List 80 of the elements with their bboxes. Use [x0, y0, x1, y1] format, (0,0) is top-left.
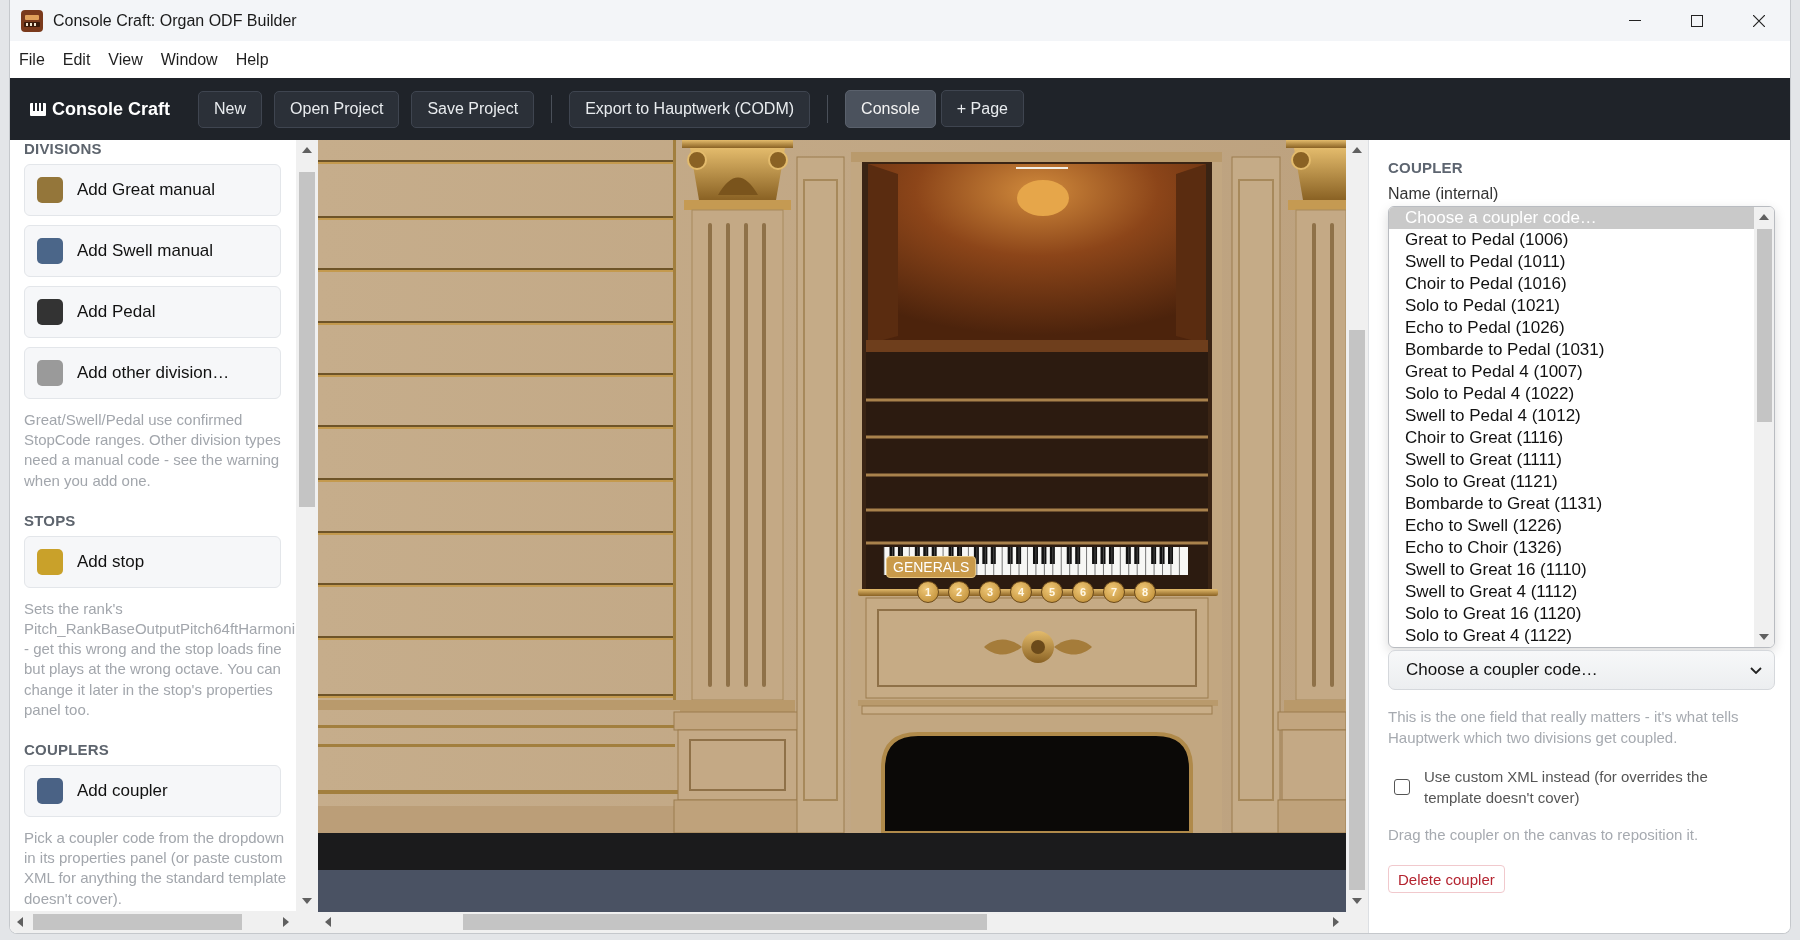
toolbar-button[interactable]: New [198, 90, 263, 128]
section-heading: DIVISIONS [24, 140, 103, 158]
up-triangle-icon[interactable] [1759, 214, 1769, 220]
toolbar-button[interactable]: Open Project [274, 90, 400, 128]
toolbar-button[interactable]: + Page [940, 90, 1024, 127]
dropdown-list[interactable] [1388, 206, 1775, 648]
vertical-scrollbar[interactable] [296, 140, 318, 911]
dropdown-option[interactable]: Bombarde to Pedal (1031) [1389, 339, 1754, 361]
dropdown-option[interactable]: Great to Pedal 4 (1007) [1389, 361, 1754, 383]
dropdown-option[interactable]: Swell to Great 16 (1110) [1389, 559, 1754, 581]
dropdown-option[interactable]: Solo to Pedal 4 (1022) [1389, 383, 1754, 405]
section-heading: COUPLERS [24, 741, 110, 760]
chevron-down-icon [1750, 666, 1762, 674]
panel-heading: COUPLER [1388, 158, 1464, 178]
palette-button[interactable]: Add coupler [24, 765, 281, 818]
down-triangle-icon[interactable] [302, 898, 312, 904]
scrollbar-thumb[interactable] [299, 172, 315, 507]
window-title: Console Craft: Organ ODF Builder [53, 11, 297, 30]
delete-button[interactable]: Delete coupler [1388, 865, 1505, 893]
scrollbar-thumb[interactable] [463, 914, 987, 930]
palette-button[interactable]: Add other division… [24, 347, 281, 399]
toolbar-button[interactable]: Console [845, 90, 936, 128]
help-text: This is the one field that really matters - it's what tells Hauptwerk which two divisions get coupled. [1388, 707, 1740, 748]
toolbar-button[interactable]: Export to Hauptwerk (CODM) [569, 90, 811, 128]
up-triangle-icon[interactable] [1352, 147, 1362, 153]
palette-button[interactable]: Add Swell manual [24, 225, 281, 277]
menu-item[interactable]: View [100, 44, 151, 75]
help-text: Great/Swell/Pedal use confirmed StopCode ranges. Other division types need a manual code - see the warning when you add one. [24, 410, 282, 491]
menu-item[interactable]: Edit [54, 44, 99, 75]
menu-item[interactable]: Window [152, 44, 226, 75]
help-text: Pick a coupler code from the dropdown in its properties panel (or paste custom XML for anything the standard template doesn't cover). [24, 828, 288, 909]
scrollbar-thumb[interactable] [33, 914, 242, 930]
app-icon [21, 9, 43, 32]
down-triangle-icon[interactable] [1352, 898, 1362, 904]
app-brand: Console Craft [52, 98, 170, 120]
section-heading: STOPS [24, 511, 77, 530]
dropdown-option[interactable]: Swell to Pedal (1011) [1389, 251, 1754, 273]
close-icon [1753, 14, 1765, 27]
help-text: Sets the rank's Pitch_RankBaseOutputPitch64ftHarmoni - get this wrong and the stop loads fine but plays at the wrong octave. You can change it later in the stop's properties panel too. [24, 598, 296, 720]
down-triangle-icon[interactable] [1759, 634, 1769, 640]
dropdown-option[interactable]: Solo to Great (1121) [1389, 471, 1754, 493]
horizontal-scrollbar[interactable] [10, 911, 318, 933]
up-triangle-icon[interactable] [302, 147, 312, 153]
minimize-icon [1629, 20, 1641, 21]
palette-button[interactable]: Add Pedal [24, 286, 281, 338]
scrollbar-thumb[interactable] [1349, 330, 1365, 890]
right-triangle-icon[interactable] [283, 917, 289, 927]
dropdown-option[interactable]: Swell to Great (1111) [1389, 449, 1754, 471]
vertical-scrollbar[interactable] [1346, 140, 1368, 911]
palette-button[interactable]: Add stop [24, 535, 281, 588]
checkbox[interactable] [1394, 779, 1410, 795]
right-triangle-icon[interactable] [1333, 917, 1339, 927]
field-label: Name (internal) [1388, 184, 1500, 204]
help-text: Drag the coupler on the canvas to reposition it. [1388, 825, 1700, 845]
dropdown-option[interactable]: Solo to Pedal (1021) [1389, 295, 1754, 317]
left-triangle-icon[interactable] [325, 917, 331, 927]
scrollbar-thumb[interactable] [1756, 229, 1772, 422]
piano-keys-icon [30, 102, 46, 116]
dropdown-option[interactable]: Solo to Great 16 (1120) [1389, 603, 1754, 625]
maximize-icon [1691, 14, 1703, 27]
dropdown-option[interactable]: Bombarde to Great (1131) [1389, 493, 1754, 515]
left-triangle-icon[interactable] [17, 917, 23, 927]
toolbar-button[interactable]: Save Project [411, 90, 535, 128]
dropdown-option[interactable]: Swell to Pedal 4 (1012) [1389, 405, 1754, 427]
generals-label: GENERALS [886, 556, 977, 578]
dropdown-option[interactable]: Swell to Great 4 (1112) [1389, 581, 1754, 603]
dropdown-option[interactable]: Great to Pedal (1006) [1389, 229, 1754, 251]
palette-button[interactable]: Add Great manual [24, 164, 281, 216]
menu-item[interactable]: File [11, 44, 53, 75]
vertical-scrollbar[interactable] [1754, 207, 1774, 647]
dropdown-option[interactable]: Choir to Pedal (1016) [1389, 273, 1754, 295]
dropdown-option[interactable]: Echo to Choir (1326) [1389, 537, 1754, 559]
dropdown-option[interactable]: Solo to Great 4 (1122) [1389, 625, 1754, 647]
checkbox-label[interactable]: Use custom XML instead (for overrides the template doesn't cover) [1424, 766, 1724, 808]
dropdown-option[interactable]: Choir to Great (1116) [1389, 427, 1754, 449]
coupler-select[interactable]: Choose a coupler code… [1388, 650, 1775, 690]
horizontal-scrollbar[interactable] [318, 911, 1368, 933]
dropdown-option[interactable]: Echo to Swell (1226) [1389, 515, 1754, 537]
dropdown-option[interactable]: Echo to Pedal (1026) [1389, 317, 1754, 339]
menu-item[interactable]: Help [227, 44, 277, 75]
